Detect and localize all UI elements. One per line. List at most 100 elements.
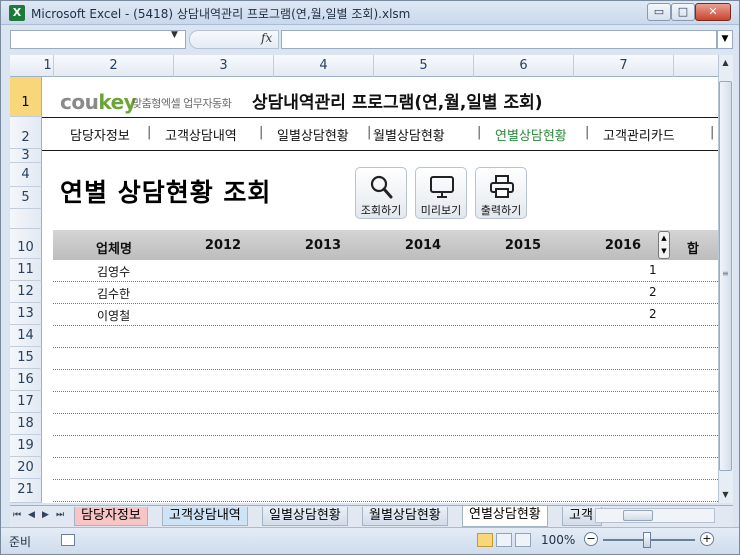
expand-formula-icon[interactable]: ▼ bbox=[717, 30, 733, 49]
close-button[interactable]: ✕ bbox=[695, 3, 731, 21]
print-button-label: 출력하기 bbox=[480, 204, 522, 217]
prev-sheet-icon[interactable]: ◀ bbox=[28, 510, 35, 520]
column-headers: 1 2 3 4 5 6 7 bbox=[10, 55, 718, 77]
formula-bar: ▼ fx ▼ bbox=[1, 25, 739, 53]
row-header-1[interactable]: 1 bbox=[10, 77, 42, 117]
table-row-empty bbox=[53, 348, 718, 370]
menu-item-customer-card[interactable]: 고객관리카드 bbox=[603, 125, 675, 144]
row-header[interactable]: 4 bbox=[10, 163, 42, 187]
minimize-button[interactable]: ▭ bbox=[647, 3, 671, 21]
column-header[interactable]: 7 bbox=[574, 55, 674, 77]
window-title: Microsoft Excel - (5418) 상담내역관리 프로그램(연,월… bbox=[31, 7, 411, 21]
formula-input[interactable] bbox=[281, 30, 717, 49]
logo-text-a: cou bbox=[60, 90, 99, 114]
menu-item-staff-info[interactable]: 담당자정보 bbox=[70, 125, 130, 144]
sheet-tab-yearly-status[interactable]: 연별상담현황 bbox=[462, 506, 548, 527]
sheet-tab-staff-info[interactable]: 담당자정보 bbox=[74, 507, 148, 526]
row-header[interactable]: 19 bbox=[10, 435, 42, 457]
row-value: 1 bbox=[649, 263, 657, 277]
table-row: 김영수 1 bbox=[53, 260, 718, 282]
header-total: 합 bbox=[687, 242, 699, 257]
horizontal-scroll-thumb[interactable] bbox=[623, 510, 653, 521]
column-header[interactable]: 1 bbox=[42, 55, 54, 77]
excel-app-icon[interactable]: X bbox=[9, 5, 25, 21]
print-button[interactable]: 출력하기 bbox=[475, 167, 527, 219]
page-layout-view-icon[interactable] bbox=[496, 533, 512, 547]
column-header[interactable]: 5 bbox=[374, 55, 474, 77]
page-title: 연별 상담현황 조회 bbox=[60, 178, 272, 207]
header-year: 2016 bbox=[604, 238, 642, 253]
preview-button-label: 미리보기 bbox=[420, 204, 462, 217]
zoom-out-button[interactable]: − bbox=[584, 532, 598, 546]
row-header[interactable]: 2 bbox=[10, 117, 42, 149]
printer-icon bbox=[490, 175, 514, 198]
row-header[interactable]: 18 bbox=[10, 413, 42, 435]
scroll-up-icon[interactable]: ▲ bbox=[718, 55, 733, 71]
menu-separator: | bbox=[367, 125, 372, 140]
zoom-slider-knob[interactable] bbox=[643, 532, 651, 548]
menu-item-yearly-status[interactable]: 연별상담현황 bbox=[495, 125, 567, 144]
row-value: 2 bbox=[649, 285, 657, 299]
header-year: 2012 bbox=[204, 238, 242, 253]
row-header[interactable]: 14 bbox=[10, 325, 42, 347]
normal-view-icon[interactable] bbox=[477, 533, 493, 547]
app-title: 상담내역관리 프로그램(연,월,일별 조회) bbox=[252, 93, 543, 113]
header-company: 업체명 bbox=[96, 242, 132, 257]
row-header[interactable]: 21 bbox=[10, 479, 42, 503]
row-header-hidden[interactable] bbox=[10, 209, 42, 229]
scroll-down-icon[interactable]: ▼ bbox=[718, 487, 733, 503]
table-row-empty bbox=[53, 436, 718, 458]
search-icon bbox=[370, 175, 393, 199]
menu-separator: | bbox=[147, 125, 152, 140]
last-sheet-icon[interactable]: ⏭ bbox=[56, 510, 64, 520]
row-header[interactable]: 15 bbox=[10, 347, 42, 369]
horizontal-scrollbar[interactable] bbox=[595, 508, 715, 523]
row-header[interactable]: 20 bbox=[10, 457, 42, 479]
chevron-down-icon[interactable]: ▼ bbox=[171, 30, 178, 40]
page-break-view-icon[interactable] bbox=[515, 533, 531, 547]
name-box[interactable] bbox=[10, 30, 186, 49]
table-row-empty bbox=[53, 414, 718, 436]
table-row-empty bbox=[53, 326, 718, 348]
insert-function-icon[interactable]: fx bbox=[261, 31, 272, 45]
search-button-label: 조회하기 bbox=[360, 204, 402, 217]
row-header[interactable]: 10 bbox=[10, 229, 42, 259]
year-spin-button[interactable]: ▲ ▼ bbox=[658, 231, 670, 259]
header-year: 2014 bbox=[404, 238, 442, 253]
worksheet[interactable]: coukey 맞춤형엑셀 업무자동화 상담내역관리 프로그램(연,월,일별 조회… bbox=[42, 77, 718, 503]
sheet-tab-monthly-status[interactable]: 월별상담현황 bbox=[362, 507, 448, 526]
menu-separator: | bbox=[585, 125, 590, 140]
row-header[interactable]: 11 bbox=[10, 259, 42, 281]
menu-item-consult-history[interactable]: 고객상담내역 bbox=[165, 125, 237, 144]
zoom-in-button[interactable]: + bbox=[700, 532, 714, 546]
menu-item-daily-status[interactable]: 일별상담현황 bbox=[277, 125, 349, 144]
macro-record-icon[interactable] bbox=[61, 534, 75, 546]
column-header[interactable]: 6 bbox=[474, 55, 574, 77]
table-row-empty bbox=[53, 458, 718, 480]
menu-item-monthly-status[interactable]: 월별상담현황 bbox=[373, 125, 445, 144]
row-header[interactable]: 12 bbox=[10, 281, 42, 303]
maximize-button[interactable]: □ bbox=[671, 3, 695, 21]
menu-separator: | bbox=[477, 125, 482, 140]
table-row: 김수한 2 bbox=[53, 282, 718, 304]
row-header[interactable]: 3 bbox=[10, 149, 42, 163]
row-header[interactable]: 17 bbox=[10, 391, 42, 413]
next-sheet-icon[interactable]: ▶ bbox=[42, 510, 49, 520]
zoom-level[interactable]: 100% bbox=[541, 533, 575, 547]
header-year: 2013 bbox=[304, 238, 342, 253]
row-value: 2 bbox=[649, 307, 657, 321]
column-header[interactable]: 2 bbox=[54, 55, 174, 77]
status-ready: 준비 bbox=[9, 535, 32, 549]
column-header[interactable]: 3 bbox=[174, 55, 274, 77]
row-header[interactable]: 16 bbox=[10, 369, 42, 391]
preview-button[interactable]: 미리보기 bbox=[415, 167, 467, 219]
search-button[interactable]: 조회하기 bbox=[355, 167, 407, 219]
sheet-tab-daily-status[interactable]: 일별상담현황 bbox=[262, 507, 348, 526]
column-header[interactable]: 4 bbox=[274, 55, 374, 77]
grip-icon: ≡ bbox=[722, 269, 729, 278]
row-company: 김영수 bbox=[97, 265, 131, 279]
row-header[interactable]: 5 bbox=[10, 187, 42, 209]
row-header[interactable]: 13 bbox=[10, 303, 42, 325]
sheet-tab-consult-history[interactable]: 고객상담내역 bbox=[162, 507, 248, 526]
first-sheet-icon[interactable]: ⏮ bbox=[13, 510, 21, 520]
